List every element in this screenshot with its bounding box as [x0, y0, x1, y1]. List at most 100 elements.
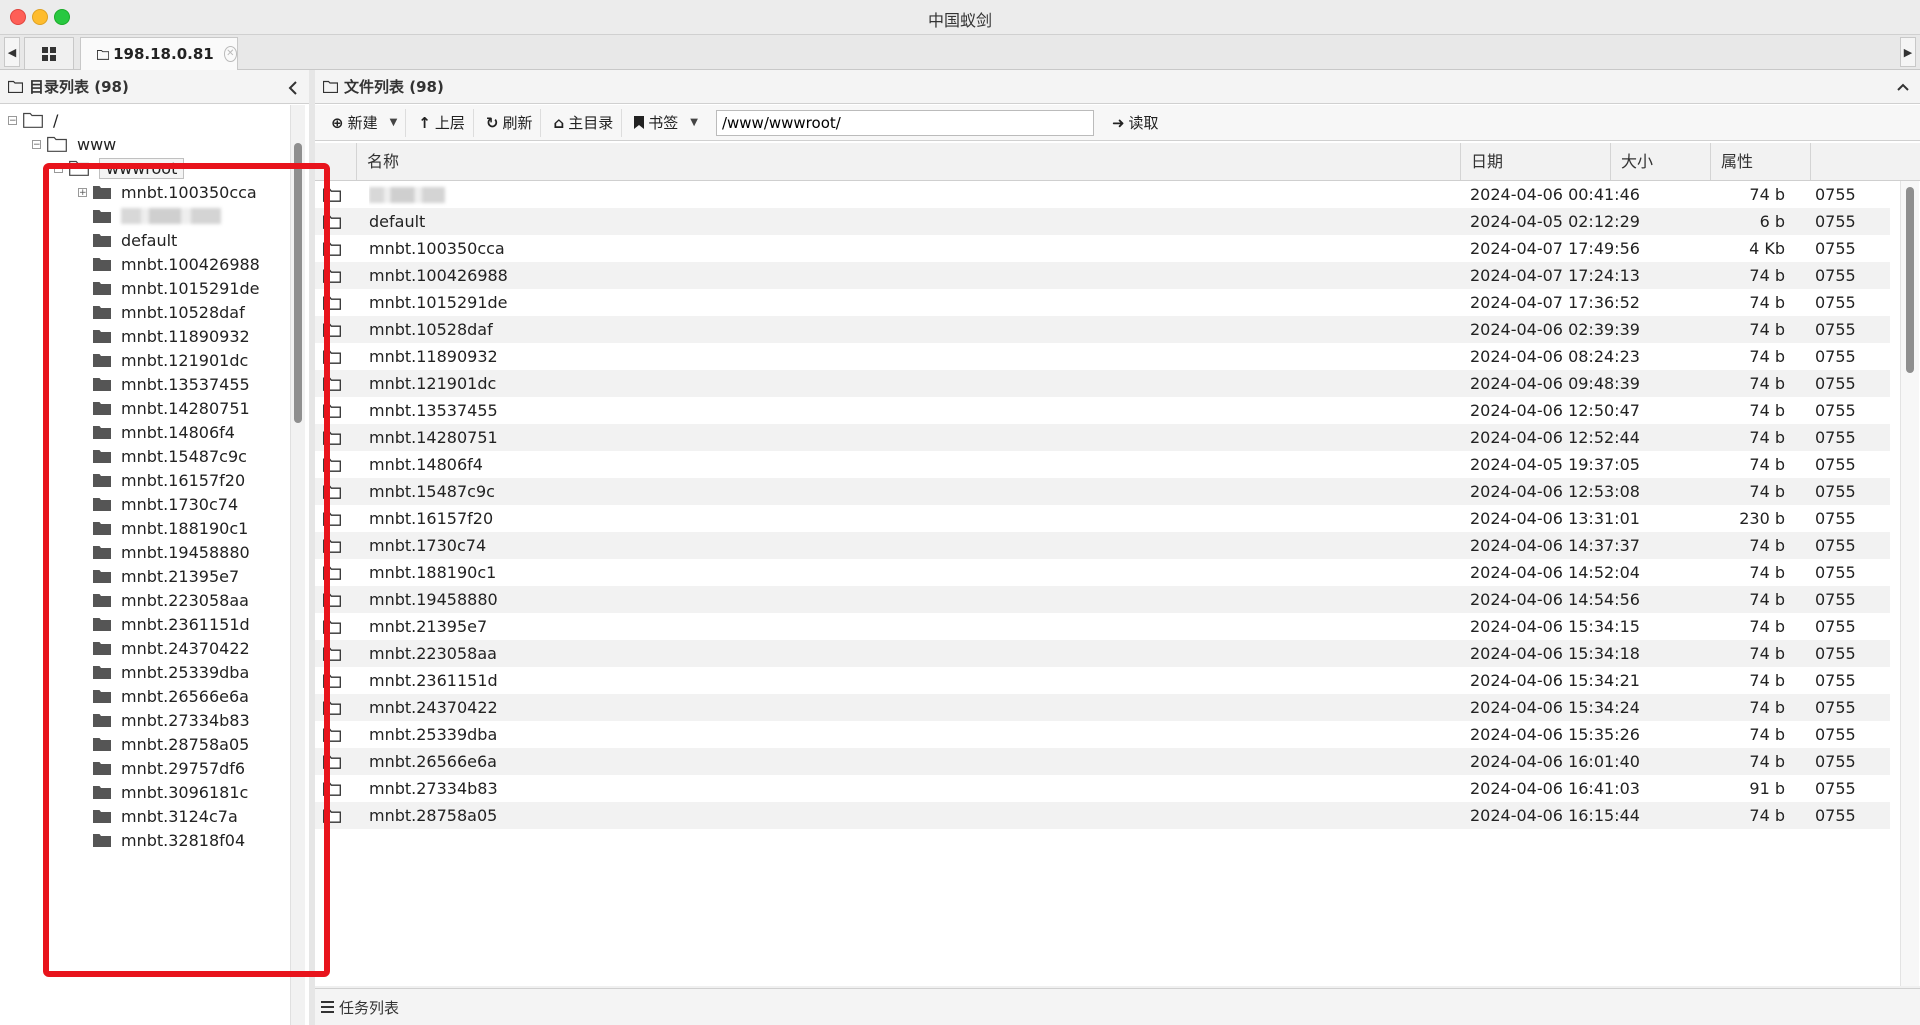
directory-scrollbar-thumb[interactable] [294, 143, 302, 423]
tree-node[interactable]: − / [8, 108, 58, 132]
tree-node[interactable]: mnbt.29757df6 [78, 756, 245, 780]
tab-home[interactable] [24, 37, 74, 69]
tree-node[interactable]: + mnbt.100350cca [78, 180, 257, 204]
tree-node[interactable]: mnbt.25339dba [78, 660, 249, 684]
column-header-attr[interactable]: 属性 [1711, 143, 1811, 180]
tab-connection[interactable]: 198.18.0.81 ✕ [80, 37, 238, 70]
bookmark-button[interactable]: 书签 ▼ [626, 109, 706, 137]
table-row[interactable]: mnbt.25339dba 2024-04-06 15:35:26 74 b 0755 [315, 721, 1890, 748]
table-row[interactable]: mnbt.13537455 2024-04-06 12:50:47 74 b 0755 [315, 397, 1890, 424]
file-scrollbar-thumb[interactable] [1906, 187, 1914, 373]
tree-node[interactable]: mnbt.24370422 [78, 636, 250, 660]
tab-scroll-right-button[interactable]: ▶ [1900, 37, 1916, 67]
tree-node[interactable]: mnbt.223058aa [78, 588, 249, 612]
folder-solid-icon [93, 689, 111, 703]
table-row[interactable]: default 2024-04-05 02:12:29 6 b 0755 [315, 208, 1890, 235]
file-date-cell: 2024-04-06 14:54:56 [1470, 590, 1640, 609]
tree-node[interactable]: mnbt.3124c7a [78, 804, 238, 828]
file-name-cell: mnbt.2361151d [369, 671, 498, 690]
chevron-up-icon[interactable] [1896, 82, 1910, 92]
tree-node[interactable]: mnbt.21395e7 [78, 564, 239, 588]
collapse-node-icon[interactable]: − [8, 115, 17, 125]
tree-node[interactable]: mnbt.14280751 [78, 396, 250, 420]
tree-node[interactable]: mnbt.27334b83 [78, 708, 250, 732]
tree-node[interactable]: − www [32, 132, 116, 156]
table-row[interactable]: mnbt.121901dc 2024-04-06 09:48:39 74 b 0755 [315, 370, 1890, 397]
tree-node[interactable]: mnbt.11890932 [78, 324, 250, 348]
table-row[interactable]: mnbt.26566e6a 2024-04-06 16:01:40 74 b 0755 [315, 748, 1890, 775]
path-input[interactable] [715, 109, 1094, 136]
tree-node[interactable]: mnbt.28758a05 [78, 732, 249, 756]
table-row[interactable]: mnbt.188190c1 2024-04-06 14:52:04 74 b 0755 [315, 559, 1890, 586]
chevron-left-icon[interactable] [287, 80, 299, 96]
tree-node[interactable]: mnbt.13537455 [78, 372, 250, 396]
column-header-name[interactable]: 名称 [357, 143, 1461, 180]
file-name-cell: mnbt.15487c9c [369, 482, 495, 501]
table-row[interactable]: mnbt.1015291de 2024-04-07 17:36:52 74 b 075… [315, 289, 1890, 316]
table-row[interactable]: mnbt.14806f4 2024-04-05 19:37:05 74 b 0755 [315, 451, 1890, 478]
tree-node[interactable]: mnbt.1730c74 [78, 492, 238, 516]
table-row[interactable]: mnbt.14280751 2024-04-06 12:52:44 74 b 0755 [315, 424, 1890, 451]
table-row[interactable]: mnbt.100350cca 2024-04-07 17:49:56 4 Kb 075… [315, 235, 1890, 262]
file-date-cell: 2024-04-07 17:24:13 [1470, 266, 1640, 285]
file-scrollbar[interactable] [1900, 181, 1919, 986]
table-row[interactable]: mnbt.27334b83 2024-04-06 16:41:03 91 b 0755 [315, 775, 1890, 802]
folder-outline-icon [47, 136, 67, 152]
file-attr-cell: 0755 [1815, 671, 1856, 690]
tree-node[interactable]: default [78, 228, 177, 252]
tree-node[interactable]: mnbt.1015291de [78, 276, 260, 300]
tree-node[interactable]: mnbt.188190c1 [78, 516, 248, 540]
table-row[interactable]: mnbt.28758a05 2024-04-06 16:15:44 74 b 0755 [315, 802, 1890, 829]
table-row[interactable]: mnbt.21395e7 2024-04-06 15:34:15 74 b 0755 [315, 613, 1890, 640]
collapse-node-icon[interactable]: − [54, 163, 63, 173]
table-row[interactable]: mnbt.11890932 2024-04-06 08:24:23 74 b 0755 [315, 343, 1890, 370]
file-size-cell: 74 b [1749, 671, 1785, 690]
tree-node[interactable]: mnbt.26566e6a [78, 684, 249, 708]
read-button[interactable]: ➜ 读取 [1104, 109, 1167, 137]
new-button[interactable]: ⊕ 新建 ▼ [323, 108, 407, 137]
tree-node[interactable]: mnbt.121901dc [78, 348, 248, 372]
tree-node[interactable]: mnbt.16157f20 [78, 468, 245, 492]
tree-node[interactable]: mnbt.15487c9c [78, 444, 247, 468]
file-panel: 文件列表 (98) ⊕ 新建 ▼ ↑ 上层 ↻ 刷新 ⌂ 主目录 书签 ▼ /w… [315, 70, 1920, 986]
tree-node[interactable] [78, 204, 221, 228]
tree-node[interactable]: − wwwroot [54, 156, 185, 180]
table-row[interactable]: mnbt.15487c9c 2024-04-06 12:53:08 74 b 0755 [315, 478, 1890, 505]
file-attr-cell: 0755 [1815, 644, 1856, 663]
refresh-button[interactable]: ↻ 刷新 [478, 108, 542, 137]
tree-node[interactable]: mnbt.14806f4 [78, 420, 235, 444]
collapse-node-icon[interactable]: − [32, 139, 41, 149]
table-row[interactable]: mnbt.10528daf 2024-04-06 02:39:39 74 b 0755 [315, 316, 1890, 343]
tab-scroll-left-button[interactable]: ◀ [4, 37, 20, 67]
table-row[interactable]: mnbt.2361151d 2024-04-06 15:34:21 74 b 0755 [315, 667, 1890, 694]
tree-node[interactable]: mnbt.2361151d [78, 612, 250, 636]
home-button[interactable]: ⌂ 主目录 [545, 108, 623, 137]
tree-node[interactable]: mnbt.10528daf [78, 300, 245, 324]
refresh-button-label: 刷新 [502, 114, 533, 132]
tree-node[interactable]: mnbt.3096181c [78, 780, 248, 804]
tree-node[interactable]: mnbt.100426988 [78, 252, 260, 276]
table-row[interactable]: mnbt.1730c74 2024-04-06 14:37:37 74 b 0755 [315, 532, 1890, 559]
column-header-size[interactable]: 大小 [1611, 143, 1711, 180]
column-header-date[interactable]: 日期 [1461, 143, 1611, 180]
up-button[interactable]: ↑ 上层 [410, 108, 474, 137]
folder-solid-icon [93, 713, 111, 727]
table-row[interactable]: mnbt.100426988 2024-04-07 17:24:13 74 b 075… [315, 262, 1890, 289]
table-row[interactable]: mnbt.19458880 2024-04-06 14:54:56 74 b 0755 [315, 586, 1890, 613]
tree-node[interactable]: mnbt.19458880 [78, 540, 250, 564]
table-row[interactable]: 2024-04-06 00:41:46 74 b 0755 [315, 181, 1890, 208]
close-circle-icon[interactable]: ✕ [223, 46, 237, 62]
folder-outline-icon [323, 262, 351, 289]
table-row[interactable]: mnbt.24370422 2024-04-06 15:34:24 74 b 0755 [315, 694, 1890, 721]
file-size-cell: 230 b [1739, 509, 1785, 528]
folder-solid-icon [93, 761, 111, 775]
expand-node-icon[interactable]: + [78, 187, 87, 197]
tree-node[interactable]: mnbt.32818f04 [78, 828, 245, 852]
task-panel-header[interactable]: 任务列表 [315, 988, 1920, 1025]
table-row[interactable]: mnbt.223058aa 2024-04-06 15:34:18 74 b 0755 [315, 640, 1890, 667]
file-attr-cell: 0755 [1815, 779, 1856, 798]
directory-scrollbar[interactable] [290, 105, 305, 1025]
table-row[interactable]: mnbt.16157f20 2024-04-06 13:31:01 230 b 075… [315, 505, 1890, 532]
